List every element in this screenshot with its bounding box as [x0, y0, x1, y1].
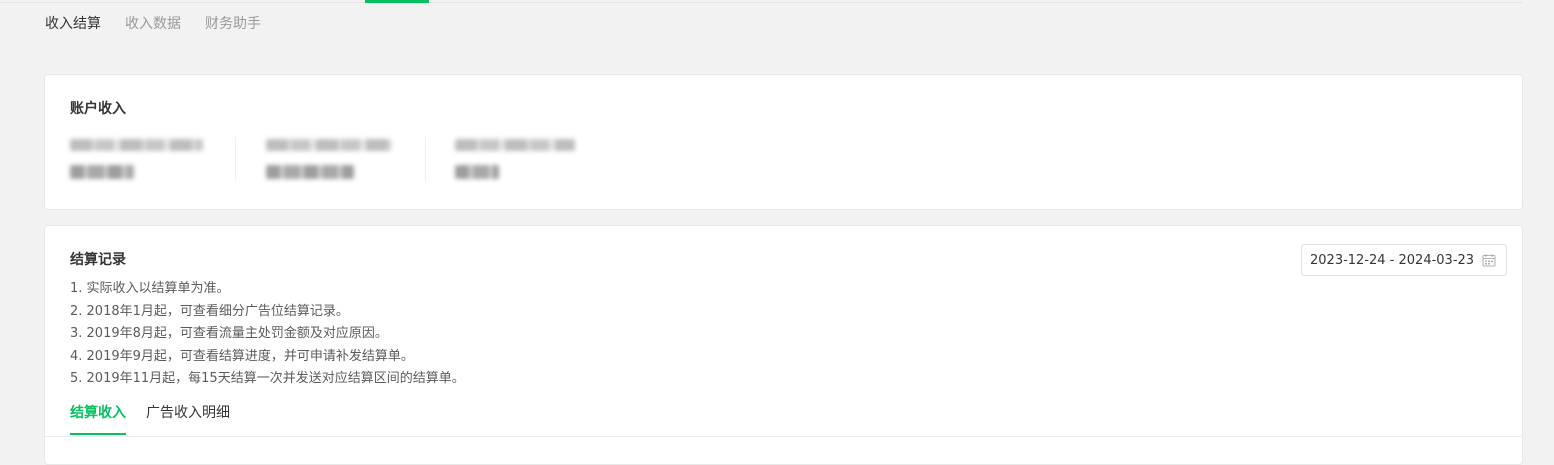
- tab-finance-assistant[interactable]: 财务助手: [205, 13, 261, 33]
- account-income-title: 账户收入: [70, 101, 126, 117]
- tab-ad-income-detail[interactable]: 广告收入明细: [146, 402, 230, 434]
- settlement-tabs: 结算收入 广告收入明细: [70, 402, 230, 435]
- settlement-notes: 1. 实际收入以结算单为准。 2. 2018年1月起，可查看细分广告位结算记录。…: [70, 278, 465, 391]
- note-item: 1. 实际收入以结算单为准。: [70, 281, 230, 296]
- income-item-label-redacted: [70, 139, 203, 151]
- income-item-label-redacted: [266, 139, 392, 151]
- account-income-card: 账户收入: [44, 74, 1523, 210]
- calendar-icon: [1482, 254, 1496, 267]
- tab-income-settlement[interactable]: 收入结算: [45, 13, 101, 33]
- income-item-value-redacted: [70, 165, 134, 179]
- income-divider: [425, 137, 426, 181]
- note-item: 5. 2019年11月起，每15天结算一次并发送对应结算区间的结算单。: [70, 371, 465, 386]
- tab-income-data[interactable]: 收入数据: [125, 13, 181, 33]
- income-divider: [235, 137, 236, 181]
- top-divider: [0, 0, 1522, 3]
- settlement-records-card: 结算记录 2023-12-24 - 2024-03-23 1. 实际收入以结算单…: [44, 225, 1523, 465]
- note-item: 4. 2019年9月起，可查看结算进度，并可申请补发结算单。: [70, 348, 414, 364]
- income-item-value-redacted: [455, 165, 499, 179]
- tabs-divider: [45, 436, 1522, 437]
- tab-settlement-income[interactable]: 结算收入: [70, 402, 126, 435]
- top-active-indicator: [365, 0, 429, 3]
- note-item: 2. 2018年1月起，可查看细分广告位结算记录。: [70, 303, 349, 319]
- income-item-label-redacted: [455, 139, 575, 151]
- note-item: 3. 2019年8月起，可查看流量主处罚金额及对应原因。: [70, 326, 388, 341]
- date-range-picker[interactable]: 2023-12-24 - 2024-03-23: [1301, 244, 1507, 276]
- main-tabs: 收入结算 收入数据 财务助手: [45, 13, 261, 33]
- income-item-value-redacted: [266, 165, 354, 179]
- settlement-title: 结算记录: [70, 252, 126, 268]
- date-range-value: 2023-12-24 - 2024-03-23: [1310, 252, 1475, 268]
